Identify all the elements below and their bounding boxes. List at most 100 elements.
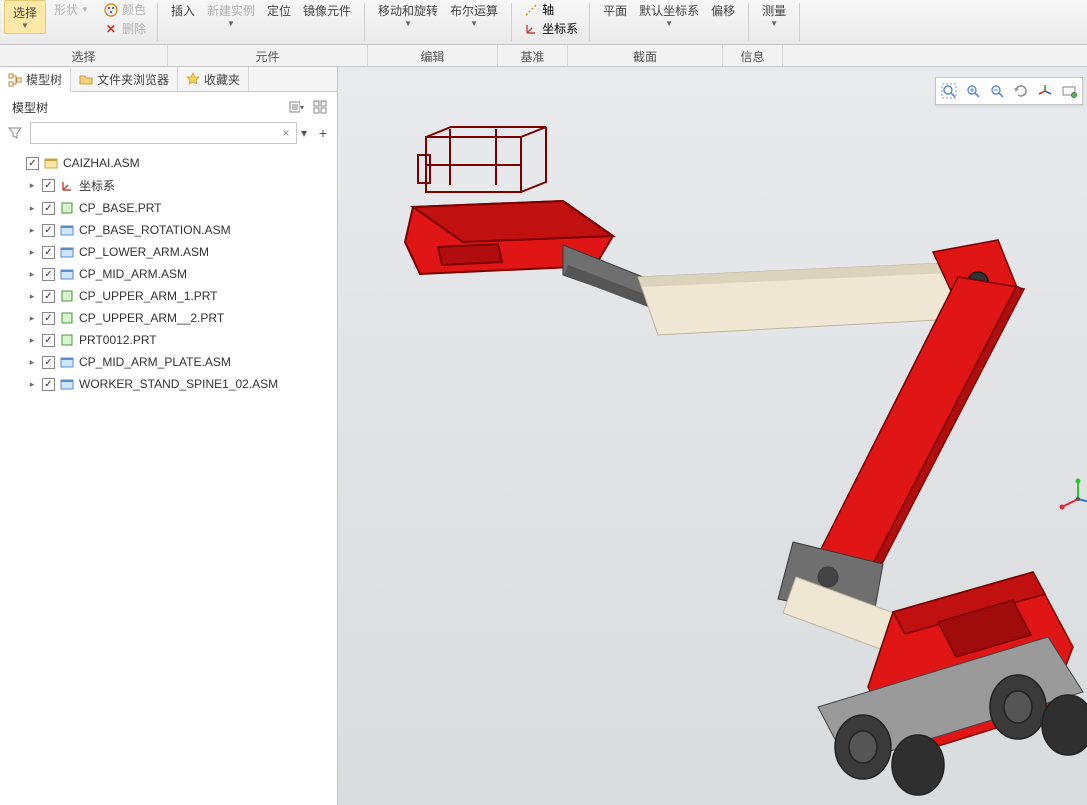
expand-icon[interactable]: ▸ xyxy=(26,335,38,346)
delete-x-icon: ✕ xyxy=(103,21,119,37)
clear-filter-button[interactable]: × xyxy=(279,126,293,140)
axis-label: 轴 xyxy=(542,1,554,18)
checkbox[interactable]: ✓ xyxy=(42,202,55,215)
tree-item[interactable]: ▸ ✓ WORKER_STAND_SPINE1_02.ASM xyxy=(8,373,333,395)
expand-icon[interactable]: ▸ xyxy=(26,225,38,236)
checkbox[interactable]: ✓ xyxy=(42,246,55,259)
tree-icon xyxy=(8,73,22,87)
viewport-3d[interactable] xyxy=(338,67,1087,805)
color-label: 颜色 xyxy=(122,1,146,18)
assembly-icon xyxy=(43,155,59,171)
checkbox[interactable]: ✓ xyxy=(42,334,55,347)
tree-item-label: WORKER_STAND_SPINE1_02.ASM xyxy=(79,377,278,391)
separator xyxy=(157,3,158,41)
ribbon-toolbar: 选择 ▼ 形状 ▼ 颜色 ✕ 删除 插入 新建实例▼ 定位 镜像 xyxy=(0,0,1087,45)
mirror-label: 镜像元件 xyxy=(303,2,351,19)
tree-root[interactable]: ✓ CAIZHAI.ASM xyxy=(8,152,333,174)
workspace: 模型树 文件夹浏览器 收藏夹 模型树 ▾ × ▾ + xyxy=(0,67,1087,805)
moverotate-button[interactable]: 移动和旋转▼ xyxy=(372,0,444,30)
chevron-down-icon: ▼ xyxy=(227,19,235,28)
shape-button[interactable]: 形状 ▼ xyxy=(50,0,93,19)
assembly-icon xyxy=(59,354,75,370)
ribbon-group-select: 选择 ▼ 形状 ▼ 颜色 ✕ 删除 xyxy=(0,0,154,44)
filter-dropdown-button[interactable]: ▾ xyxy=(297,126,311,140)
sidebar-title: 模型树 xyxy=(12,99,48,116)
tree-item-label: CP_BASE_ROTATION.ASM xyxy=(79,223,231,237)
tab-favorites[interactable]: 收藏夹 xyxy=(178,67,249,91)
filter-row: × ▾ + xyxy=(0,120,337,150)
color-button[interactable]: 颜色 xyxy=(99,0,150,19)
expand-icon[interactable]: ▸ xyxy=(26,269,38,280)
chevron-down-icon: ▼ xyxy=(470,19,478,28)
checkbox[interactable]: ✓ xyxy=(42,378,55,391)
tree-item[interactable]: ▸✓CP_MID_ARM.ASM xyxy=(8,263,333,285)
checkbox[interactable]: ✓ xyxy=(42,179,55,192)
group-label-section: 截面 xyxy=(568,45,723,66)
tab-folder-browser[interactable]: 文件夹浏览器 xyxy=(71,67,178,91)
tree-item[interactable]: ▸ ✓ CP_MID_ARM_PLATE.ASM xyxy=(8,351,333,373)
axis-icon xyxy=(523,2,539,18)
chevron-down-icon: ▼ xyxy=(665,19,673,28)
tree-item[interactable]: ▸✓坐标系 xyxy=(8,174,333,197)
tree-item[interactable]: ▸✓CP_LOWER_ARM.ASM xyxy=(8,241,333,263)
tab-model-tree[interactable]: 模型树 xyxy=(0,68,71,92)
expand-icon[interactable]: ▸ xyxy=(26,247,38,258)
axis-button[interactable]: 轴 xyxy=(519,0,582,19)
expand-icon[interactable]: ▸ xyxy=(26,357,38,368)
tree-filter-input[interactable] xyxy=(30,122,297,144)
chevron-down-icon: ▼ xyxy=(404,19,412,28)
add-filter-button[interactable]: + xyxy=(315,125,331,141)
insert-button[interactable]: 插入 xyxy=(165,0,201,21)
expand-icon[interactable]: ▸ xyxy=(26,291,38,302)
defcoord-label: 默认坐标系 xyxy=(639,2,699,19)
model-tree: ✓ CAIZHAI.ASM ▸✓坐标系▸✓CP_BASE.PRT▸✓CP_BAS… xyxy=(0,150,337,805)
tree-item-label: PRT0012.PRT xyxy=(79,333,157,347)
plane-button[interactable]: 平面 xyxy=(597,0,633,21)
moverotate-label: 移动和旋转 xyxy=(378,2,438,19)
expand-icon[interactable]: ▸ xyxy=(26,379,38,390)
locate-button[interactable]: 定位 xyxy=(261,0,297,21)
checkbox[interactable]: ✓ xyxy=(42,268,55,281)
chevron-down-icon: ▼ xyxy=(21,21,29,30)
tree-item[interactable]: ▸✓CP_BASE.PRT xyxy=(8,197,333,219)
assembly-icon xyxy=(59,222,75,238)
color-delete-col: 颜色 ✕ 删除 xyxy=(99,0,150,38)
tree-item[interactable]: ▸ ✓ CP_BASE_ROTATION.ASM xyxy=(8,219,333,241)
expand-icon[interactable]: ▸ xyxy=(26,180,38,191)
group-label-select: 选择 xyxy=(0,45,168,66)
offset-label: 偏移 xyxy=(711,2,735,19)
delete-button[interactable]: ✕ 删除 xyxy=(99,19,150,38)
measure-label: 测量 xyxy=(762,2,786,19)
coord-button[interactable]: 坐标系 xyxy=(519,19,582,38)
tree-item[interactable]: ▸✓CP_UPPER_ARM__2.PRT xyxy=(8,307,333,329)
tree-item[interactable]: ▸ ✓ PRT0012.PRT xyxy=(8,329,333,351)
tree-options-button[interactable]: ▾ xyxy=(287,98,305,116)
offset-button[interactable]: 偏移 xyxy=(705,0,741,21)
mirror-button[interactable]: 镜像元件 xyxy=(297,0,357,21)
chevron-down-icon: ▼ xyxy=(81,5,89,14)
separator xyxy=(511,3,512,41)
ribbon-group-labels: 选择 元件 编辑 基准 截面 信息 xyxy=(0,45,1087,67)
coord-icon xyxy=(523,21,539,37)
boolean-button[interactable]: 布尔运算▼ xyxy=(444,0,504,30)
measure-button[interactable]: 测量▼ xyxy=(756,0,792,30)
checkbox[interactable]: ✓ xyxy=(26,157,39,170)
checkbox[interactable]: ✓ xyxy=(42,356,55,369)
shape-color-delete-col: 形状 ▼ xyxy=(50,0,93,19)
defcoord-button[interactable]: 默认坐标系▼ xyxy=(633,0,705,30)
expand-icon[interactable]: ▸ xyxy=(26,313,38,324)
newinstance-button[interactable]: 新建实例▼ xyxy=(201,0,261,30)
funnel-icon xyxy=(8,126,26,140)
coord-label: 坐标系 xyxy=(542,20,578,37)
expand-icon[interactable]: ▸ xyxy=(26,203,38,214)
tree-layout-button[interactable] xyxy=(311,98,329,116)
star-icon xyxy=(186,72,200,86)
tree-item-label: CP_MID_ARM_PLATE.ASM xyxy=(79,355,231,369)
part-icon xyxy=(59,200,75,216)
plane-label: 平面 xyxy=(603,2,627,19)
select-button[interactable]: 选择 ▼ xyxy=(4,0,46,34)
checkbox[interactable]: ✓ xyxy=(42,224,55,237)
checkbox[interactable]: ✓ xyxy=(42,312,55,325)
checkbox[interactable]: ✓ xyxy=(42,290,55,303)
tree-item[interactable]: ▸✓CP_UPPER_ARM_1.PRT xyxy=(8,285,333,307)
